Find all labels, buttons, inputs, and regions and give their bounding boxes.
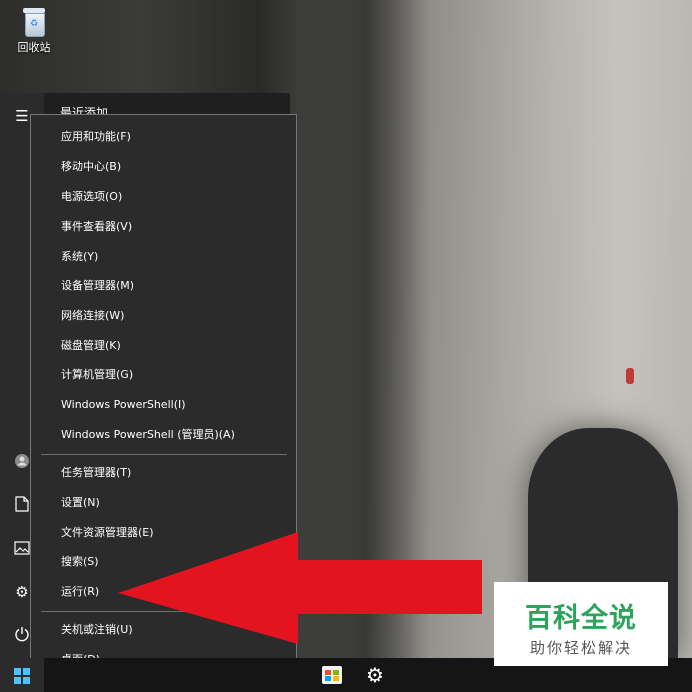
- watermark-subtitle: 助你轻松解决: [529, 639, 632, 657]
- watermark-title: 百科全说: [525, 603, 637, 634]
- watermark-logo: 百科全说 助你轻松解决: [494, 582, 668, 666]
